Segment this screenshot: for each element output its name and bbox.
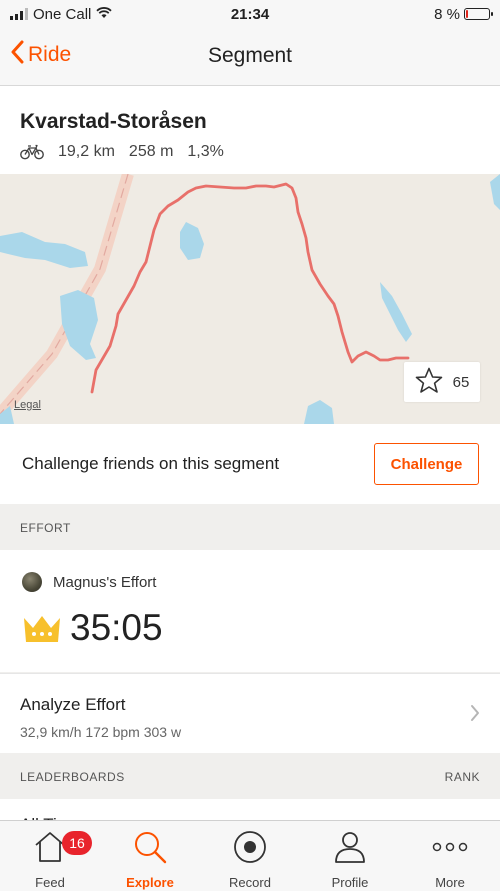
star-button[interactable]: 65 — [404, 362, 480, 402]
segment-name: Kvarstad-Storåsen — [20, 110, 207, 133]
battery-icon — [464, 8, 493, 20]
challenge-prompt: Challenge friends on this segment — [22, 454, 280, 473]
effort-card[interactable]: Magnus's Effort 35:05 — [0, 550, 500, 672]
segment-stats: 19,2 km 258 m 1,3% — [20, 143, 224, 161]
tab-feed[interactable]: 16 Feed — [0, 821, 100, 891]
tab-label: Explore — [126, 875, 174, 890]
lake-shape — [0, 232, 88, 268]
status-left: One Call — [10, 6, 112, 23]
tab-bar: 16 Feed Explore Record Profile More — [0, 820, 500, 891]
lake-shape — [304, 400, 334, 424]
avatar — [22, 572, 42, 592]
challenge-button[interactable]: Challenge — [374, 443, 479, 485]
more-icon — [430, 829, 470, 870]
tab-profile[interactable]: Profile — [300, 821, 400, 891]
segment-elevation: 258 m — [128, 143, 174, 160]
challenge-row: Challenge friends on this segment Challe… — [0, 424, 500, 504]
star-count: 65 — [452, 373, 470, 391]
segment-distance: 19,2 km — [58, 143, 115, 160]
wifi-icon — [96, 6, 112, 23]
status-bar: One Call 21:34 8 % — [0, 0, 500, 28]
home-icon — [32, 829, 68, 870]
chevron-right-icon — [470, 704, 480, 727]
feed-badge: 16 — [62, 831, 92, 855]
analyze-effort-title: Analyze Effort — [20, 695, 126, 714]
signal-icon — [10, 8, 28, 20]
page-title: Segment — [207, 44, 293, 67]
segment-header: Kvarstad-Storåsen 19,2 km 258 m 1,3% — [0, 86, 500, 174]
analyze-effort-row[interactable]: Analyze Effort 32,9 km/h 172 bpm 303 w — [0, 673, 500, 753]
segment-grade: 1,3% — [187, 143, 224, 160]
lake-shape — [380, 282, 412, 342]
tab-more[interactable]: More — [400, 821, 500, 891]
leaderboards-section-header: LEADERBOARDS RANK — [0, 753, 500, 799]
map-legal-link[interactable]: Legal — [14, 399, 41, 411]
tab-label: More — [435, 875, 465, 890]
rank-label: RANK — [444, 770, 480, 784]
analyze-effort-stats: 32,9 km/h 172 bpm 303 w — [20, 724, 182, 740]
lake-shape — [180, 222, 204, 260]
effort-time: 35:05 — [70, 607, 163, 648]
tab-label: Feed — [35, 875, 65, 890]
search-icon — [132, 829, 168, 870]
segment-route — [90, 182, 410, 394]
nav-bar: Ride Segment — [0, 28, 500, 86]
status-right: 8 % — [434, 5, 493, 23]
record-icon — [232, 829, 268, 870]
profile-icon — [332, 829, 368, 870]
battery-percent: 8 % — [434, 5, 460, 23]
effort-athlete: Magnus's Effort — [53, 574, 157, 591]
lake-shape — [60, 290, 98, 360]
tab-label: Record — [229, 875, 271, 890]
bike-icon — [20, 144, 44, 160]
carrier-name: One Call — [33, 5, 92, 23]
star-icon — [415, 367, 443, 398]
tab-explore[interactable]: Explore — [100, 821, 200, 891]
tab-label: Profile — [331, 875, 369, 890]
lake-shape — [490, 174, 500, 210]
tab-record[interactable]: Record — [200, 821, 300, 891]
crown-icon — [22, 614, 62, 649]
effort-section-label: EFFORT — [20, 521, 71, 535]
effort-section-header: EFFORT — [0, 504, 500, 550]
leaderboards-label: LEADERBOARDS — [20, 770, 125, 784]
